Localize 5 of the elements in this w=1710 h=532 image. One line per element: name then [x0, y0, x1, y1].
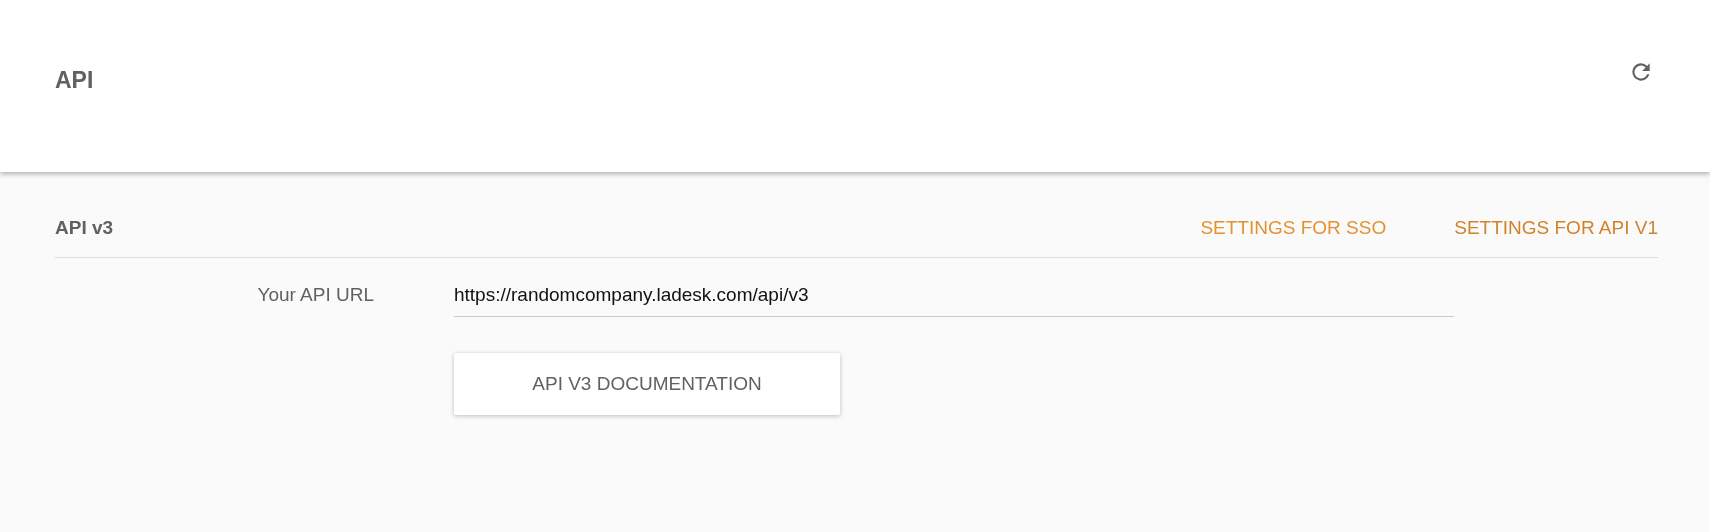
api-url-field[interactable]: https://randomcompany.ladesk.com/api/v3 — [454, 284, 1454, 317]
section-title: API v3 — [55, 217, 114, 239]
field-label: Your API URL — [256, 284, 375, 306]
documentation-button[interactable]: API V3 DOCUMENTATION — [454, 353, 840, 415]
page-title: API — [55, 66, 94, 94]
